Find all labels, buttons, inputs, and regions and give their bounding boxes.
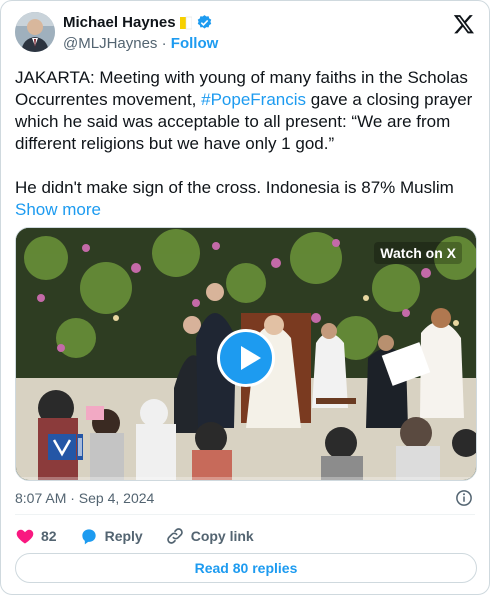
show-more-link[interactable]: Show more <box>15 200 101 219</box>
x-logo-icon[interactable] <box>453 13 475 35</box>
author-handle-row: @MLJHaynes · Follow <box>63 35 218 52</box>
vatican-media-logo <box>48 430 112 464</box>
like-count: 82 <box>41 528 57 544</box>
link-icon <box>166 528 183 544</box>
reply-label: Reply <box>104 528 143 544</box>
author-name[interactable]: Michael Haynes <box>63 14 176 31</box>
tweet-text: JAKARTA: Meeting with young of many fait… <box>15 67 481 221</box>
tweet-timestamp[interactable]: 8:07 AM · Sep 4, 2024 <box>15 490 154 506</box>
like-button[interactable]: 82 <box>15 526 57 546</box>
verified-badge-icon <box>196 14 213 31</box>
reply-bubble-icon <box>81 529 96 545</box>
copy-link-label: Copy link <box>190 528 254 544</box>
divider <box>15 514 475 515</box>
tweet-header: Michael Haynes @MLJHaynes · Follow <box>15 12 475 56</box>
tweet-card: Michael Haynes @MLJHaynes · Follow JAKAR… <box>0 0 490 595</box>
heart-icon <box>16 529 34 544</box>
author-name-row: Michael Haynes <box>63 14 213 31</box>
video-progress-bar[interactable] <box>16 477 476 480</box>
play-icon[interactable] <box>217 329 275 387</box>
vatican-flag-icon <box>179 16 192 30</box>
read-replies-button[interactable]: Read 80 replies <box>15 553 477 583</box>
author-handle[interactable]: @MLJHaynes <box>63 35 157 52</box>
watch-on-x-button[interactable]: Watch on X <box>374 242 462 264</box>
video-player[interactable]: Watch on X <box>15 227 477 481</box>
reply-button[interactable]: Reply <box>79 526 143 546</box>
avatar[interactable] <box>15 12 55 52</box>
separator: · <box>161 35 167 52</box>
info-icon[interactable] <box>455 489 473 507</box>
copy-link-button[interactable]: Copy link <box>165 526 254 546</box>
follow-button[interactable]: Follow <box>171 35 219 52</box>
hashtag-link[interactable]: #PopeFrancis <box>201 90 306 109</box>
action-bar: 82 Reply Copy link <box>15 526 276 546</box>
